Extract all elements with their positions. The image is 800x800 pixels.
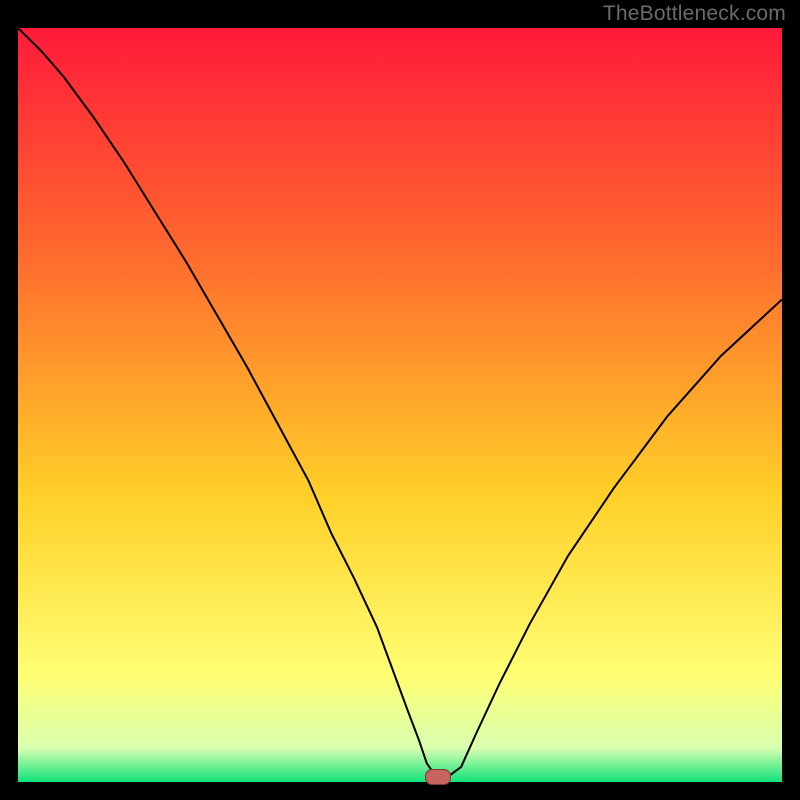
bottleneck-plot — [18, 28, 782, 782]
gradient-field — [18, 28, 782, 782]
watermark-text: TheBottleneck.com — [603, 2, 786, 26]
chart-frame: TheBottleneck.com — [0, 0, 800, 800]
minimum-marker — [425, 769, 451, 785]
